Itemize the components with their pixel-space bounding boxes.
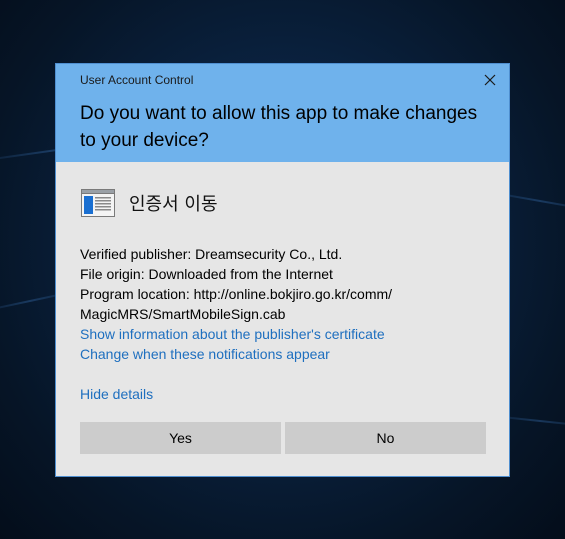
details-section: Verified publisher: Dreamsecurity Co., L… bbox=[80, 244, 490, 364]
program-location: Program location: http://online.bokjiro.… bbox=[80, 286, 393, 302]
yes-button[interactable]: Yes bbox=[80, 422, 281, 454]
dialog-title: User Account Control bbox=[80, 73, 194, 87]
dialog-header: User Account Control Do you want to allo… bbox=[56, 64, 509, 162]
app-name: 인증서 이동 bbox=[129, 194, 218, 215]
program-location-continued: MagicMRS/SmartMobileSign.cab bbox=[80, 306, 286, 322]
close-icon bbox=[484, 74, 496, 86]
program-window-icon bbox=[81, 189, 115, 217]
hide-details-link[interactable]: Hide details bbox=[80, 384, 153, 404]
file-origin: File origin: Downloaded from the Interne… bbox=[80, 266, 333, 282]
app-info-row: 인증서 이동 bbox=[81, 188, 218, 218]
no-button[interactable]: No bbox=[285, 422, 486, 454]
dialog-question: Do you want to allow this app to make ch… bbox=[80, 103, 478, 151]
uac-dialog: User Account Control Do you want to allo… bbox=[55, 63, 510, 477]
verified-publisher: Verified publisher: Dreamsecurity Co., L… bbox=[80, 246, 343, 262]
desktop-background: User Account Control Do you want to allo… bbox=[0, 0, 565, 539]
publisher-certificate-link[interactable]: Show information about the publisher's c… bbox=[80, 324, 490, 344]
close-button[interactable] bbox=[477, 68, 503, 92]
notification-settings-link[interactable]: Change when these notifications appear bbox=[80, 344, 490, 364]
